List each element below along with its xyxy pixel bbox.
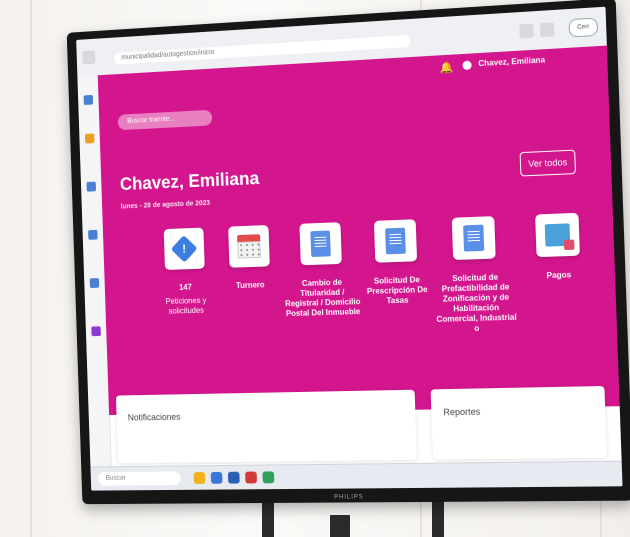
document-icon	[385, 227, 406, 255]
alert-diamond-icon: !	[170, 235, 198, 263]
calendar-icon	[237, 234, 261, 259]
user-menu[interactable]: Chavez, Emiliana	[478, 55, 545, 68]
payment-icon	[544, 223, 571, 247]
app-icon[interactable]	[83, 94, 94, 106]
reports-title: Reportes	[443, 406, 481, 418]
tile-title: Solicitud de Prefactibilidad de Zonifica…	[436, 272, 517, 334]
reports-panel: Reportes	[430, 386, 607, 460]
tile-subtitle: Peticiones y solicitudes	[165, 295, 207, 316]
excel-icon[interactable]	[262, 471, 275, 484]
bookmark-icon[interactable]	[539, 22, 555, 38]
tile-prefactibilidad[interactable]: Solicitud de Prefactibilidad de Zonifica…	[433, 215, 518, 335]
app-icon[interactable]	[245, 471, 258, 484]
app-icon[interactable]	[91, 326, 101, 337]
screen: municipalidad/autogestion/inicio Cerr 🔔 …	[76, 6, 623, 491]
reload-icon[interactable]	[97, 49, 110, 63]
app-icon[interactable]	[86, 181, 97, 192]
tile-title: Solicitud De Prescripción De Tasas	[366, 275, 428, 306]
document-icon	[310, 230, 331, 258]
document-icon	[463, 224, 485, 252]
tile-title: Cambio de Titularidad / Registral / Domi…	[285, 277, 361, 319]
tile-pagos[interactable]: Pagos	[516, 212, 601, 282]
taskbar: Buscar	[90, 460, 623, 491]
extension-icon[interactable]	[519, 23, 534, 39]
file-explorer-icon[interactable]	[193, 472, 206, 484]
status-dot-icon	[462, 60, 472, 71]
procedure-tiles: ! 147 Peticiones y solicitudes Turnero C…	[146, 212, 589, 415]
tv-brand-logo: PHILIPS	[334, 494, 364, 501]
back-icon[interactable]	[82, 50, 96, 65]
television: municipalidad/autogestion/inicio Cerr 🔔 …	[66, 0, 630, 505]
tile-title: Turnero	[235, 280, 265, 291]
app-icon[interactable]	[88, 229, 98, 240]
app-icon[interactable]	[84, 133, 95, 144]
profile-button[interactable]: Cerr	[568, 17, 599, 38]
tile-turnero[interactable]: Turnero	[210, 224, 289, 292]
tv-stand-right	[432, 500, 444, 537]
view-all-button[interactable]: Ver todos	[519, 149, 577, 177]
search-input[interactable]: Buscar tramite...	[117, 109, 213, 131]
notifications-title: Notificaciones	[127, 411, 181, 423]
hero-banner: Buscar tramite... Chavez, Emiliana lunes…	[98, 68, 620, 416]
tv-stand-center	[330, 515, 350, 537]
bell-icon[interactable]: 🔔	[440, 61, 454, 75]
taskbar-search[interactable]: Buscar	[98, 471, 181, 486]
app-icon[interactable]	[89, 278, 100, 289]
tile-prescripcion-tasas[interactable]: Solicitud De Prescripción De Tasas	[355, 218, 438, 307]
notifications-panel: Notificaciones	[115, 389, 418, 464]
tile-title: Pagos	[546, 270, 572, 281]
chrome-icon[interactable]	[210, 471, 223, 484]
edge-icon[interactable]	[227, 471, 240, 484]
current-date: lunes - 28 de agosto de 2023	[120, 199, 211, 211]
tile-cambio-titularidad[interactable]: Cambio de Titularidad / Registral / Domi…	[281, 221, 362, 319]
greeting-name: Chavez, Emiliana	[119, 168, 260, 195]
